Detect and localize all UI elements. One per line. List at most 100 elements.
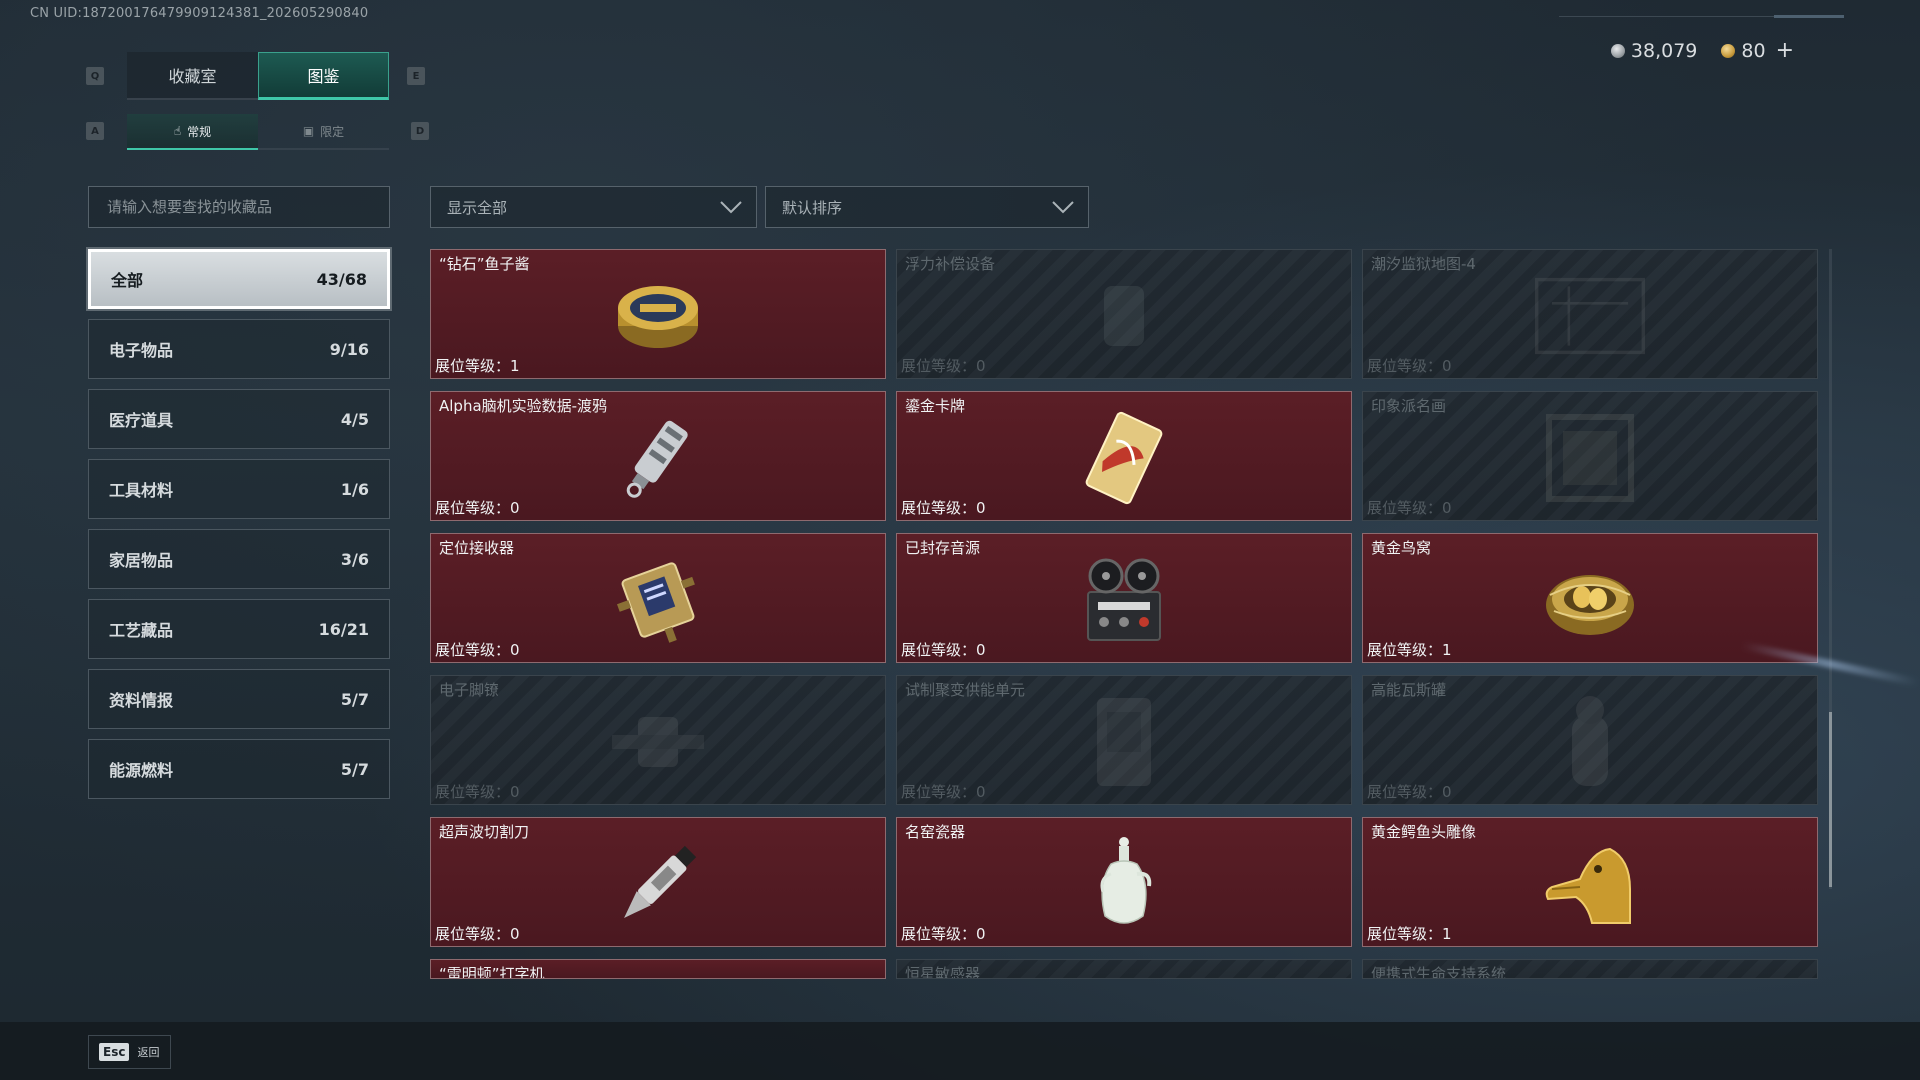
item-name: 黄金鸟窝 [1371, 539, 1432, 557]
category-label: 家居物品 [109, 551, 174, 570]
subtab-limited-label: 限定 [320, 124, 345, 139]
subtab-regular[interactable]: ☝ 常规 [127, 114, 258, 150]
collection-grid-viewport: “钻石”鱼子酱 展位等级：1 浮力补偿设备 展位等级：0 潮汐监狱地图-4 展位… [430, 249, 1830, 981]
tab-collection-room[interactable]: 收藏室 [127, 52, 258, 100]
category-list: 全部 43/68 电子物品 9/16 医疗道具 4/5 工具材料 1/6 家居物… [86, 247, 392, 809]
map-icon [1535, 266, 1645, 366]
top-progress-line [1559, 14, 1844, 20]
item-level: 展位等级：1 [1367, 641, 1452, 659]
category-crafts[interactable]: 工艺藏品 16/21 [88, 599, 390, 659]
key-hint-a[interactable]: A [86, 122, 104, 140]
sub-tabs: ☝ 常规 ▣ 限定 [127, 114, 389, 150]
category-label: 医疗道具 [109, 411, 174, 430]
collection-card[interactable]: 高能瓦斯罐 展位等级：0 [1362, 675, 1818, 805]
caviar-tin-icon [603, 266, 713, 366]
item-name: 恒星敏感器 [905, 965, 981, 979]
grid-scrollbar-thumb[interactable] [1829, 712, 1832, 887]
collection-card[interactable]: 试制聚变供能单元 展位等级：0 [896, 675, 1352, 805]
category-count: 43/68 [316, 269, 367, 289]
category-tools[interactable]: 工具材料 1/6 [88, 459, 390, 519]
collection-card[interactable]: 电子脚镣 展位等级：0 [430, 675, 886, 805]
item-name: “钻石”鱼子酱 [439, 255, 530, 273]
item-name: 名窑瓷器 [905, 823, 966, 841]
item-level: 展位等级：0 [901, 499, 986, 517]
data-drive-icon [603, 408, 713, 508]
collection-card[interactable]: 便携式生命支持系统 [1362, 959, 1818, 979]
collection-card[interactable]: 名窑瓷器 展位等级：0 [896, 817, 1352, 947]
sort-dropdown-value: 默认排序 [782, 198, 843, 217]
item-level: 展位等级：0 [1367, 783, 1452, 801]
bottom-bar [0, 1022, 1920, 1080]
filter-dropdown-value: 显示全部 [447, 198, 508, 217]
collection-card[interactable]: “钻石”鱼子酱 展位等级：1 [430, 249, 886, 379]
sort-dropdown[interactable]: 默认排序 [765, 186, 1089, 228]
category-label: 工具材料 [109, 481, 174, 500]
category-electronics[interactable]: 电子物品 9/16 [88, 319, 390, 379]
item-level: 展位等级：0 [1367, 499, 1452, 517]
collection-card[interactable]: “雷明顿”打字机 [430, 959, 886, 979]
back-label: 返回 [137, 1046, 160, 1059]
search-input[interactable] [105, 197, 389, 217]
porcelain-vase-icon [1069, 834, 1179, 934]
category-intel[interactable]: 资料情报 5/7 [88, 669, 390, 729]
item-name: 已封存音源 [905, 539, 981, 557]
category-label: 资料情报 [109, 691, 174, 710]
item-name: 试制聚变供能单元 [905, 681, 1026, 699]
filter-dropdown[interactable]: 显示全部 [430, 186, 757, 228]
item-level: 展位等级：1 [1367, 925, 1452, 943]
category-label: 工艺藏品 [109, 621, 174, 640]
chevron-down-icon [1052, 201, 1074, 214]
key-hint-q[interactable]: Q [86, 67, 104, 85]
category-count: 5/7 [340, 689, 369, 709]
collection-card[interactable]: 已封存音源 展位等级：0 [896, 533, 1352, 663]
search-box [88, 186, 390, 228]
item-level: 展位等级：0 [435, 499, 520, 517]
golden-nest-icon [1535, 550, 1645, 650]
currency-bar: 38,079 80 + [1610, 40, 1794, 62]
collection-card[interactable]: 潮汐监狱地图-4 展位等级：0 [1362, 249, 1818, 379]
category-count: 3/6 [340, 549, 369, 569]
collection-card[interactable]: Alpha脑机实验数据-渡鸦 展位等级：0 [430, 391, 886, 521]
item-name: 高能瓦斯罐 [1371, 681, 1447, 699]
ultrasonic-cutter-icon [603, 834, 713, 934]
back-button[interactable]: Esc 返回 [88, 1035, 171, 1069]
item-name: 鎏金卡牌 [905, 397, 966, 415]
collection-card[interactable]: 浮力补偿设备 展位等级：0 [896, 249, 1352, 379]
collection-card[interactable]: 鎏金卡牌 展位等级：0 [896, 391, 1352, 521]
category-count: 1/6 [340, 479, 369, 499]
tab-codex[interactable]: 图鉴 [258, 52, 389, 100]
add-currency-button[interactable]: + [1776, 40, 1794, 62]
buoyancy-device-icon [1069, 266, 1179, 366]
item-level: 展位等级：0 [1367, 357, 1452, 375]
key-hint-e[interactable]: E [407, 67, 425, 85]
collection-card[interactable]: 超声波切割刀 展位等级：0 [430, 817, 886, 947]
subtab-limited[interactable]: ▣ 限定 [258, 114, 389, 150]
collection-card[interactable]: 定位接收器 展位等级：0 [430, 533, 886, 663]
collection-card[interactable]: 黄金鳄鱼头雕像 展位等级：1 [1362, 817, 1818, 947]
collection-card[interactable]: 恒星敏感器 [896, 959, 1352, 979]
category-medical[interactable]: 医疗道具 4/5 [88, 389, 390, 449]
item-name: 电子脚镣 [439, 681, 500, 699]
category-count: 4/5 [340, 409, 369, 429]
category-count: 5/7 [340, 759, 369, 779]
category-energy[interactable]: 能源燃料 5/7 [88, 739, 390, 799]
gas-canister-icon [1535, 692, 1645, 792]
category-all[interactable]: 全部 43/68 [86, 247, 392, 311]
painting-icon [1535, 408, 1645, 508]
player-uid: CN UID:18720017647990912438​1_2026052908… [30, 6, 369, 21]
item-name: “雷明顿”打字机 [439, 965, 545, 979]
esc-key-badge: Esc [99, 1043, 130, 1061]
category-label: 全部 [111, 271, 144, 290]
subtab-regular-label: 常规 [187, 124, 212, 139]
collection-card[interactable]: 印象派名画 展位等级：0 [1362, 391, 1818, 521]
silver-amount: 38,079 [1630, 40, 1698, 62]
main-tabs: 收藏室 图鉴 [127, 52, 389, 100]
key-hint-d[interactable]: D [411, 122, 429, 140]
item-name: Alpha脑机实验数据-渡鸦 [439, 397, 608, 415]
gold-card-icon [1069, 408, 1179, 508]
category-household[interactable]: 家居物品 3/6 [88, 529, 390, 589]
gold-coin-icon [1721, 44, 1736, 58]
item-name: 黄金鳄鱼头雕像 [1371, 823, 1477, 841]
item-level: 展位等级：0 [435, 641, 520, 659]
gold-currency: 80 + [1721, 40, 1794, 62]
